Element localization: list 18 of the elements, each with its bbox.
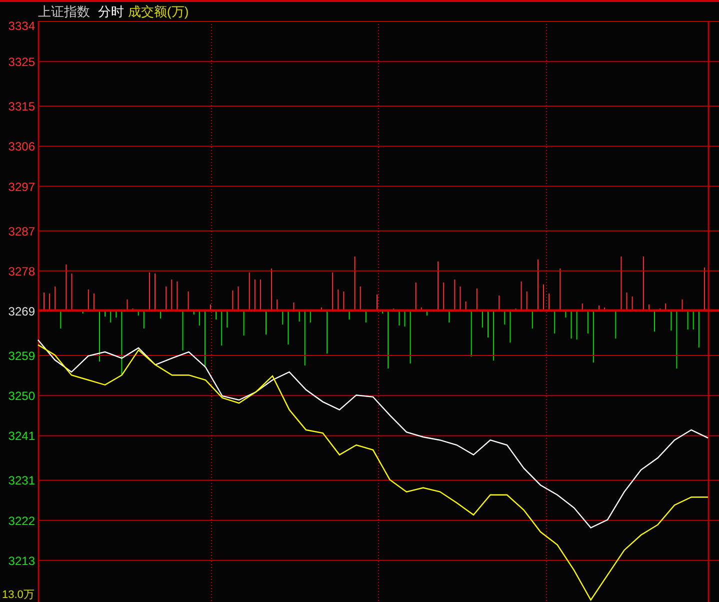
axis-tick-label: 3297	[8, 180, 35, 194]
axis-tick-label: 3213	[8, 554, 35, 568]
axis-tick-label: 3334	[8, 21, 35, 33]
axis-tick-label: 3241	[8, 429, 35, 444]
axis-tick-label: 3231	[8, 474, 35, 488]
indicator-label: 成交额(万)	[128, 5, 189, 18]
mode-label: 分时	[98, 5, 124, 18]
axis-tick-label: 3315	[8, 100, 35, 114]
axis-tick-label: 3306	[8, 140, 35, 154]
axis-tick-label: 3250	[8, 389, 35, 404]
axis-tick-label: 3222	[8, 514, 35, 528]
axis-tick-label: 3325	[8, 55, 35, 70]
axis-tick-label: 3269	[8, 304, 35, 318]
axis-tick-label: 3259	[8, 349, 35, 364]
axis-tick-label: 3287	[8, 224, 35, 238]
index-title: 上证指数	[38, 5, 90, 18]
axis-tick-label: 3278	[8, 264, 35, 278]
volume-axis-label: 13.0万	[2, 589, 34, 601]
